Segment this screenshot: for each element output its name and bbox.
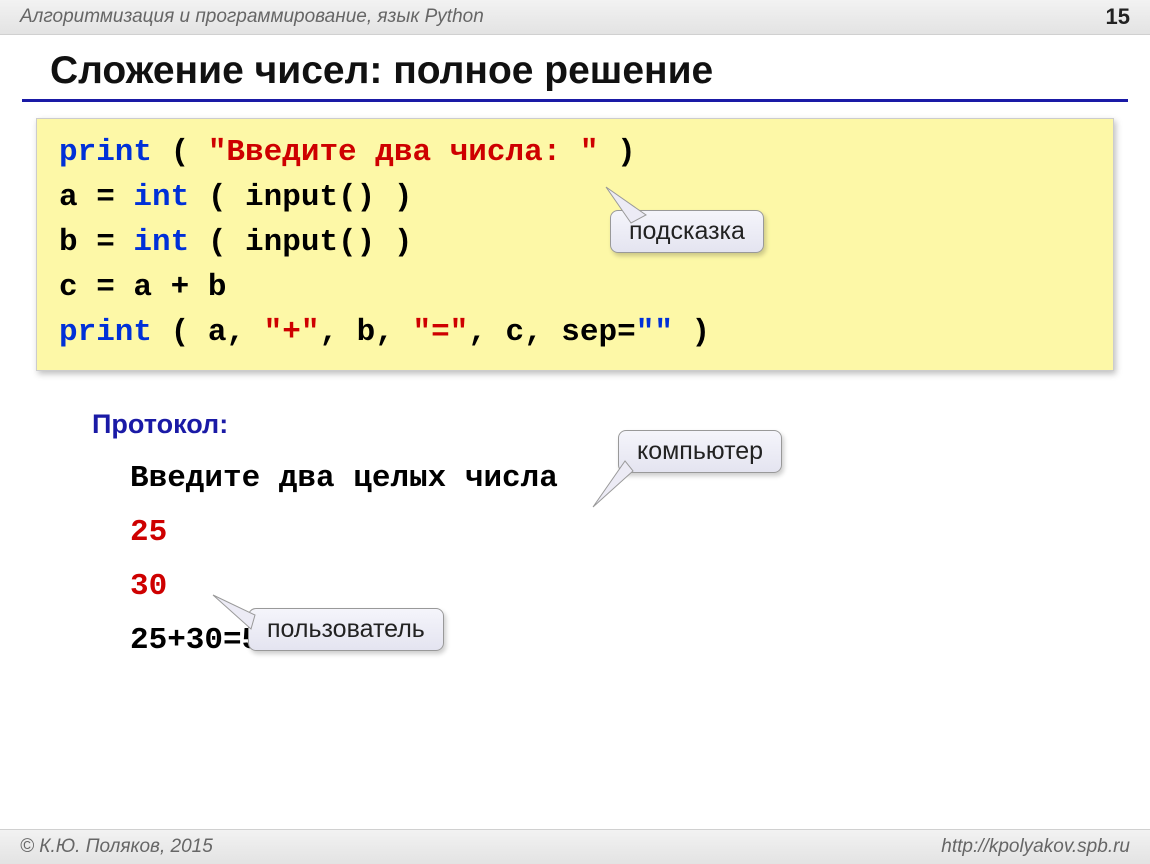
code-l4: c = a + b — [59, 270, 226, 305]
slide: Алгоритмизация и программирование, язык … — [0, 0, 1150, 864]
code-l3-int: int — [133, 225, 189, 260]
code-l5-open: ( a, — [152, 315, 264, 350]
code-l3a: b = — [59, 225, 133, 260]
code-l2-int: int — [133, 180, 189, 215]
code-l1-close: ) — [599, 135, 636, 170]
code-l5-mid1: , b, — [319, 315, 412, 350]
header-bar: Алгоритмизация и программирование, язык … — [0, 0, 1150, 35]
code-l5-close: ) — [673, 315, 710, 350]
code-l1-open: ( — [152, 135, 208, 170]
code-l5-eq: "=" — [412, 315, 468, 350]
footer-url: http://kpolyakov.spb.ru — [941, 836, 1130, 858]
code-l2-rest: ( input() ) — [189, 180, 412, 215]
code-l3-rest: ( input() ) — [189, 225, 412, 260]
code-l5-empty: "" — [636, 315, 673, 350]
code-print2: print — [59, 315, 152, 350]
header-subject: Алгоритмизация и программирование, язык … — [20, 6, 484, 28]
page-number: 15 — [1106, 4, 1130, 30]
protocol-input-1: 25 — [130, 506, 1150, 560]
code-l2a: a = — [59, 180, 133, 215]
slide-title: Сложение чисел: полное решение — [22, 35, 1128, 102]
callout-tail-icon — [593, 459, 653, 509]
callout-computer-label: компьютер — [637, 437, 763, 465]
code-l5-mid2: , c, sep= — [468, 315, 635, 350]
code-l1-str: "Введите два числа: " — [208, 135, 599, 170]
protocol-input-2: 30 — [130, 560, 1150, 614]
callout-user-label: пользователь — [267, 615, 425, 643]
callout-hint: подсказка — [610, 210, 764, 253]
code-l5-plus: "+" — [264, 315, 320, 350]
code-print1: print — [59, 135, 152, 170]
code-block: print ( "Введите два числа: " ) a = int … — [36, 118, 1114, 371]
footer-copyright: © К.Ю. Поляков, 2015 — [20, 836, 213, 858]
callout-computer: компьютер — [618, 430, 782, 473]
footer-bar: © К.Ю. Поляков, 2015 http://kpolyakov.sp… — [0, 829, 1150, 864]
callout-tail-icon — [601, 187, 661, 227]
callout-user: пользователь — [248, 608, 444, 651]
callout-tail-icon — [213, 595, 273, 645]
